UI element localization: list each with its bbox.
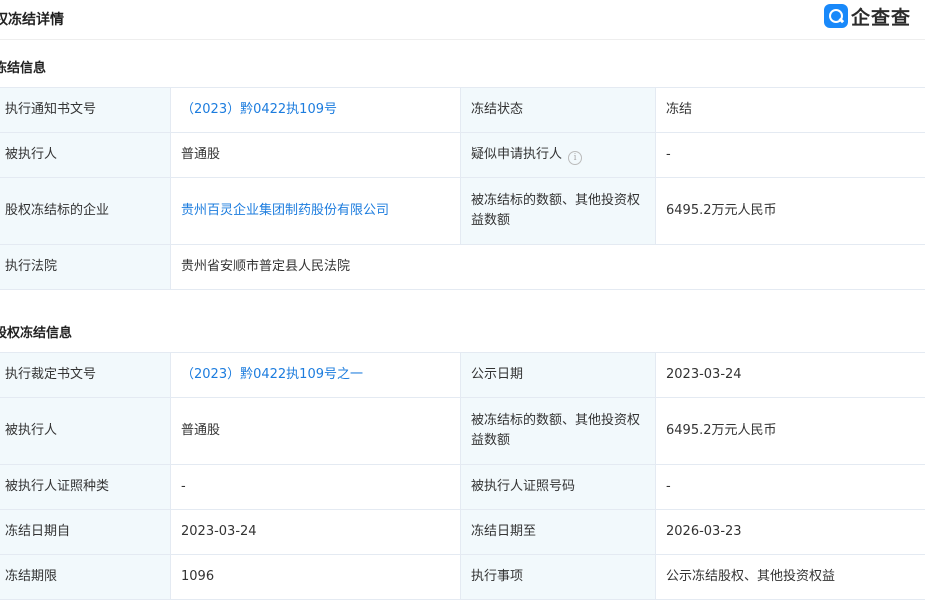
label-frozen-amount: 被冻结标的数额、其他投资权益数额 (460, 177, 656, 245)
value-freeze-to: 2026-03-23 (655, 509, 925, 555)
label-id-type: 被执行人证照种类 (0, 464, 171, 510)
value-frozen-amount: 6495.2万元人民币 (655, 397, 925, 465)
label-freeze-status: 冻结状态 (460, 87, 656, 133)
label-frozen-amount: 被冻结标的数额、其他投资权益数额 (460, 397, 656, 465)
value-executed-person: 普通股 (170, 132, 461, 178)
value-executed-person: 普通股 (170, 397, 461, 465)
value-frozen-company[interactable]: 贵州百灵企业集团制药股份有限公司 (170, 177, 461, 245)
logo-text: 企查查 (851, 6, 912, 29)
value-id-number: - (655, 464, 925, 510)
table-row: 执行裁定书文号 （2023）黔0422执109号之一 公示日期 2023-03-… (0, 352, 925, 398)
value-court: 贵州省安顺市普定县人民法院 (170, 244, 925, 290)
label-publish-date: 公示日期 (460, 352, 656, 398)
equity-freeze-info-table: 执行裁定书文号 （2023）黔0422执109号之一 公示日期 2023-03-… (0, 352, 925, 600)
suspected-applicant-label-text: 疑似申请执行人 (471, 147, 563, 162)
label-ruling-number: 执行裁定书文号 (0, 352, 171, 398)
label-freeze-to: 冻结日期至 (460, 509, 656, 555)
value-ruling-number[interactable]: （2023）黔0422执109号之一 (170, 352, 461, 398)
label-id-number: 被执行人证照号码 (460, 464, 656, 510)
section-title-freeze-info: 冻结信息 (0, 61, 47, 76)
label-notice-number: 执行通知书文号 (0, 87, 171, 133)
label-freeze-period: 冻结期限 (0, 554, 171, 600)
table-row: 被执行人 普通股 被冻结标的数额、其他投资权益数额 6495.2万元人民币 (0, 397, 925, 465)
freeze-info-table: 执行通知书文号 （2023）黔0422执109号 冻结状态 冻结 被执行人 普通… (0, 87, 925, 290)
table-row: 被执行人 普通股 疑似申请执行人 i - (0, 132, 925, 178)
table-row: 冻结日期自 2023-03-24 冻结日期至 2026-03-23 (0, 509, 925, 555)
table-row: 股权冻结标的企业 贵州百灵企业集团制药股份有限公司 被冻结标的数额、其他投资权益… (0, 177, 925, 245)
label-executed-person: 被执行人 (0, 132, 171, 178)
label-frozen-company: 股权冻结标的企业 (0, 177, 171, 245)
dialog-header: 权冻结详情 企查查 (0, 0, 925, 40)
value-id-type: - (170, 464, 461, 510)
dialog-title: 权冻结详情 (0, 12, 64, 28)
frozen-company-link[interactable]: 贵州百灵企业集团制药股份有限公司 (181, 203, 389, 218)
value-freeze-from: 2023-03-24 (170, 509, 461, 555)
section-title-equity-freeze-info: 股权冻结信息 (0, 326, 73, 341)
label-suspected-applicant: 疑似申请执行人 i (460, 132, 656, 178)
value-freeze-period: 1096 (170, 554, 461, 600)
notice-number-link[interactable]: （2023）黔0422执109号 (181, 102, 337, 117)
table-row: 执行通知书文号 （2023）黔0422执109号 冻结状态 冻结 (0, 87, 925, 133)
table-row: 被执行人证照种类 - 被执行人证照号码 - (0, 464, 925, 510)
value-frozen-amount: 6495.2万元人民币 (655, 177, 925, 245)
label-freeze-from: 冻结日期自 (0, 509, 171, 555)
qichacha-logo-icon (824, 4, 848, 28)
value-notice-number[interactable]: （2023）黔0422执109号 (170, 87, 461, 133)
ruling-number-link[interactable]: （2023）黔0422执109号之一 (181, 367, 363, 382)
value-execution-matter: 公示冻结股权、其他投资权益 (655, 554, 925, 600)
value-publish-date: 2023-03-24 (655, 352, 925, 398)
table-row: 执行法院 贵州省安顺市普定县人民法院 (0, 244, 925, 290)
label-court: 执行法院 (0, 244, 171, 290)
value-freeze-status: 冻结 (655, 87, 925, 133)
qichacha-logo: 企查查 (824, 4, 912, 29)
table-row: 冻结期限 1096 执行事项 公示冻结股权、其他投资权益 (0, 554, 925, 600)
label-executed-person: 被执行人 (0, 397, 171, 465)
label-execution-matter: 执行事项 (460, 554, 656, 600)
value-suspected-applicant: - (655, 132, 925, 178)
info-circle-icon[interactable]: i (568, 151, 583, 165)
